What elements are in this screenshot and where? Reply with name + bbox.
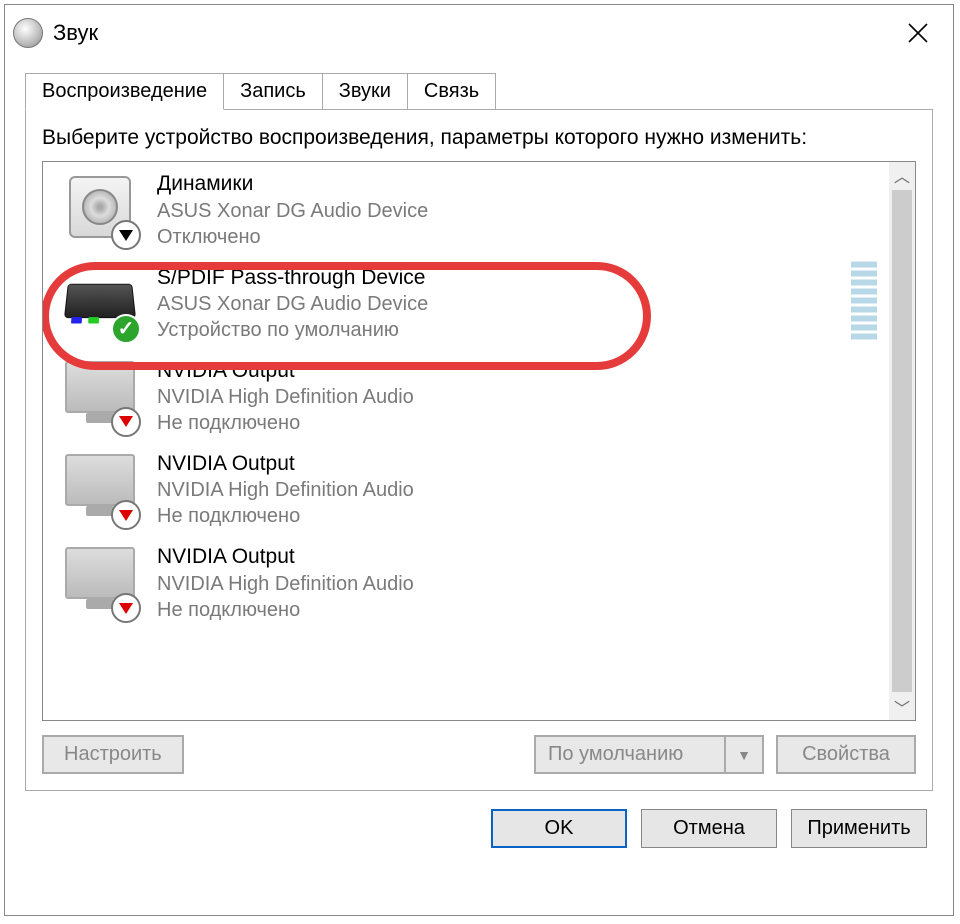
overlay-unplugged-icon <box>111 500 141 530</box>
scroll-thumb[interactable] <box>892 190 912 692</box>
scrollbar[interactable]: ︿ ﹀ <box>889 162 915 720</box>
tab-communications[interactable]: Связь <box>407 73 496 110</box>
device-text: S/PDIF Pass-through Device ASUS Xonar DG… <box>157 264 428 343</box>
overlay-disabled-icon <box>111 220 141 250</box>
dialog-button-row: OK Отмена Применить <box>5 791 953 866</box>
device-row[interactable]: Динамики ASUS Xonar DG Audio Device Откл… <box>43 162 889 255</box>
device-status: Не подключено <box>157 410 414 436</box>
configure-button[interactable]: Настроить <box>42 735 184 774</box>
device-list[interactable]: Динамики ASUS Xonar DG Audio Device Откл… <box>43 162 889 720</box>
tab-panel-playback: Выберите устройство воспроизведения, пар… <box>25 109 933 791</box>
ok-button[interactable]: OK <box>491 809 627 848</box>
overlay-default-icon <box>111 314 141 344</box>
device-icon-monitor <box>61 543 139 621</box>
device-desc: NVIDIA High Definition Audio <box>157 384 414 410</box>
close-icon <box>907 22 929 44</box>
device-icon-spdif <box>61 264 139 342</box>
dialog-body: Воспроизведение Запись Звуки Связь Выбер… <box>5 61 953 791</box>
device-list-container: Динамики ASUS Xonar DG Audio Device Откл… <box>42 161 916 721</box>
device-name: S/PDIF Pass-through Device <box>157 264 428 291</box>
scroll-up-icon[interactable]: ︿ <box>889 162 915 188</box>
set-default-button[interactable]: По умолчанию ▼ <box>534 735 764 774</box>
titlebar: Звук <box>5 5 953 61</box>
device-icon-monitor <box>61 450 139 528</box>
device-desc: ASUS Xonar DG Audio Device <box>157 198 428 224</box>
device-row[interactable]: S/PDIF Pass-through Device ASUS Xonar DG… <box>43 256 889 349</box>
sound-icon <box>13 18 43 48</box>
device-name: NVIDIA Output <box>157 450 414 477</box>
device-row[interactable]: NVIDIA Output NVIDIA High Definition Aud… <box>43 442 889 535</box>
device-status: Не подключено <box>157 503 414 529</box>
tab-strip: Воспроизведение Запись Звуки Связь <box>25 73 933 110</box>
scroll-down-icon[interactable]: ﹀ <box>889 694 915 720</box>
chevron-down-icon[interactable]: ▼ <box>726 737 762 772</box>
device-status: Устройство по умолчанию <box>157 317 428 343</box>
window-title: Звук <box>53 20 891 46</box>
instruction-text: Выберите устройство воспроизведения, пар… <box>42 124 916 151</box>
device-status: Не подключено <box>157 597 414 623</box>
device-name: NVIDIA Output <box>157 543 414 570</box>
device-icon-monitor <box>61 357 139 435</box>
device-text: Динамики ASUS Xonar DG Audio Device Откл… <box>157 170 428 249</box>
device-text: NVIDIA Output NVIDIA High Definition Aud… <box>157 543 414 622</box>
tab-recording[interactable]: Запись <box>223 73 323 110</box>
overlay-unplugged-icon <box>111 407 141 437</box>
tab-playback[interactable]: Воспроизведение <box>25 73 224 110</box>
cancel-button[interactable]: Отмена <box>641 809 777 848</box>
device-desc: ASUS Xonar DG Audio Device <box>157 291 428 317</box>
close-button[interactable] <box>891 6 945 60</box>
device-text: NVIDIA Output NVIDIA High Definition Aud… <box>157 357 414 436</box>
device-desc: NVIDIA High Definition Audio <box>157 477 414 503</box>
device-desc: NVIDIA High Definition Audio <box>157 571 414 597</box>
sound-dialog: Звук Воспроизведение Запись Звуки Связь … <box>4 4 954 916</box>
device-text: NVIDIA Output NVIDIA High Definition Aud… <box>157 450 414 529</box>
properties-button[interactable]: Свойства <box>776 735 916 774</box>
device-name: Динамики <box>157 170 428 197</box>
set-default-label: По умолчанию <box>536 737 726 772</box>
level-meter <box>851 262 877 343</box>
device-name: NVIDIA Output <box>157 357 414 384</box>
tab-sounds[interactable]: Звуки <box>322 73 408 110</box>
panel-button-row: Настроить По умолчанию ▼ Свойства <box>42 735 916 774</box>
overlay-unplugged-icon <box>111 593 141 623</box>
device-icon-speaker <box>61 170 139 248</box>
apply-button[interactable]: Применить <box>791 809 927 848</box>
device-row[interactable]: NVIDIA Output NVIDIA High Definition Aud… <box>43 535 889 628</box>
device-row[interactable]: NVIDIA Output NVIDIA High Definition Aud… <box>43 349 889 442</box>
device-status: Отключено <box>157 224 428 250</box>
